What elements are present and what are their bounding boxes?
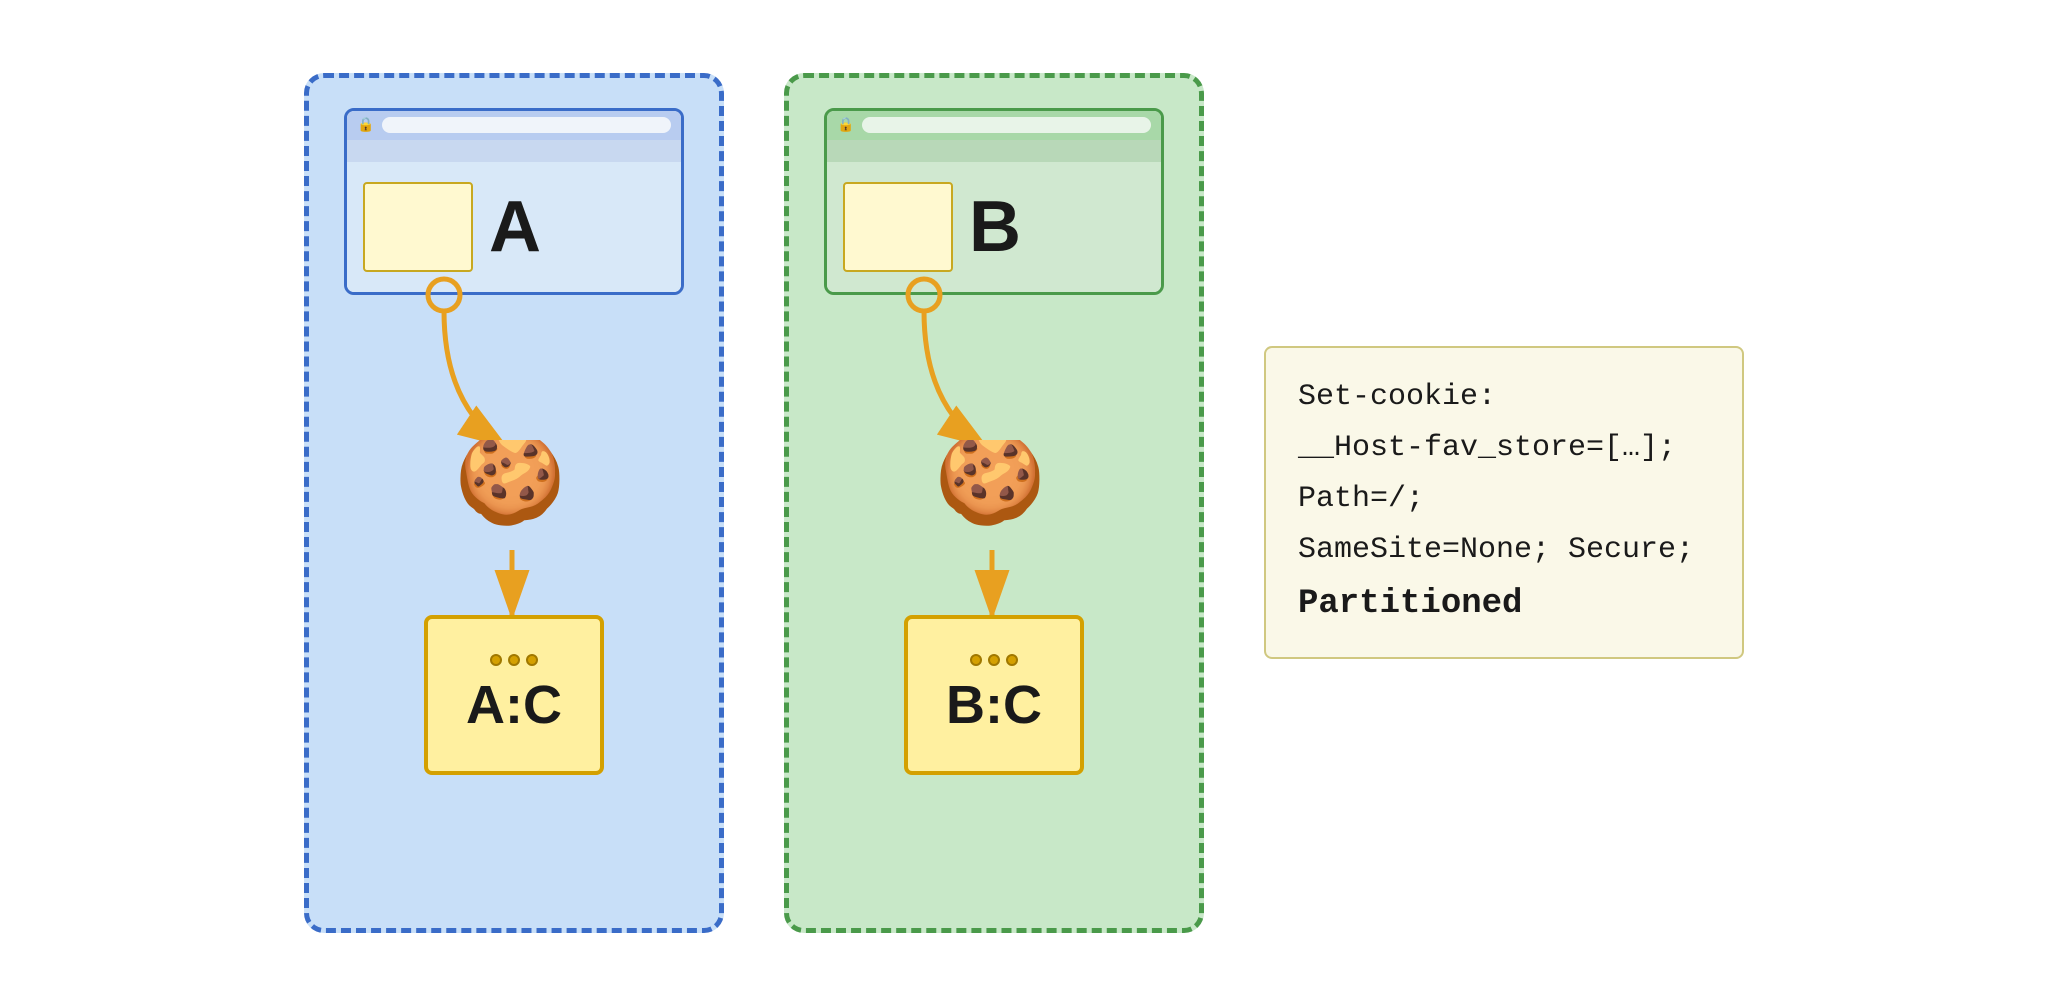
code-line-4: SameSite=None; Secure; [1298,525,1710,576]
storage-dots-b [970,654,1018,666]
storage-box-a: A:C [424,615,604,775]
code-line-2: __Host-fav_store=[…]; [1298,423,1710,474]
panel-a: 🔒 A 🍪 [304,73,724,933]
site-label-a: A [489,191,541,263]
code-box: Set-cookie: __Host-fav_store=[…]; Path=/… [1264,346,1744,660]
browser-toolbar-b [827,140,1161,162]
cookie-a: 🍪 [454,440,564,530]
browser-content-b: B [827,162,1161,292]
browser-toolbar-a [347,140,681,162]
code-line-partitioned: Partitioned [1298,576,1710,634]
storage-dot-b-2 [988,654,1000,666]
main-container: 🔒 A 🍪 [264,33,1784,973]
browser-a: 🔒 A [344,108,684,295]
arrow-to-cookie-b [924,311,984,445]
panel-b: 🔒 B 🍪 [784,73,1204,933]
browser-titlebar-b: 🔒 [827,111,1161,140]
storage-dot-1 [490,654,502,666]
storage-dots-a [490,654,538,666]
address-bar-b [862,117,1151,133]
storage-dot-3 [526,654,538,666]
browser-content-a: A [347,162,681,292]
storage-label-b: B:C [946,674,1042,736]
address-bar-a [382,117,671,133]
storage-box-b: B:C [904,615,1084,775]
cookie-b: 🍪 [934,440,1044,530]
code-line-3: Path=/; [1298,474,1710,525]
browser-b: 🔒 B [824,108,1164,295]
storage-label-a: A:C [466,674,562,736]
code-line-1: Set-cookie: [1298,372,1710,423]
storage-dot-2 [508,654,520,666]
storage-dot-b-1 [970,654,982,666]
lock-icon-a: 🔒 [357,117,374,134]
iframe-box-b [843,182,953,272]
storage-dot-b-3 [1006,654,1018,666]
arrow-to-cookie-a [444,311,504,445]
iframe-box-a [363,182,473,272]
site-label-b: B [969,191,1021,263]
browser-titlebar-a: 🔒 [347,111,681,140]
lock-icon-b: 🔒 [837,117,854,134]
